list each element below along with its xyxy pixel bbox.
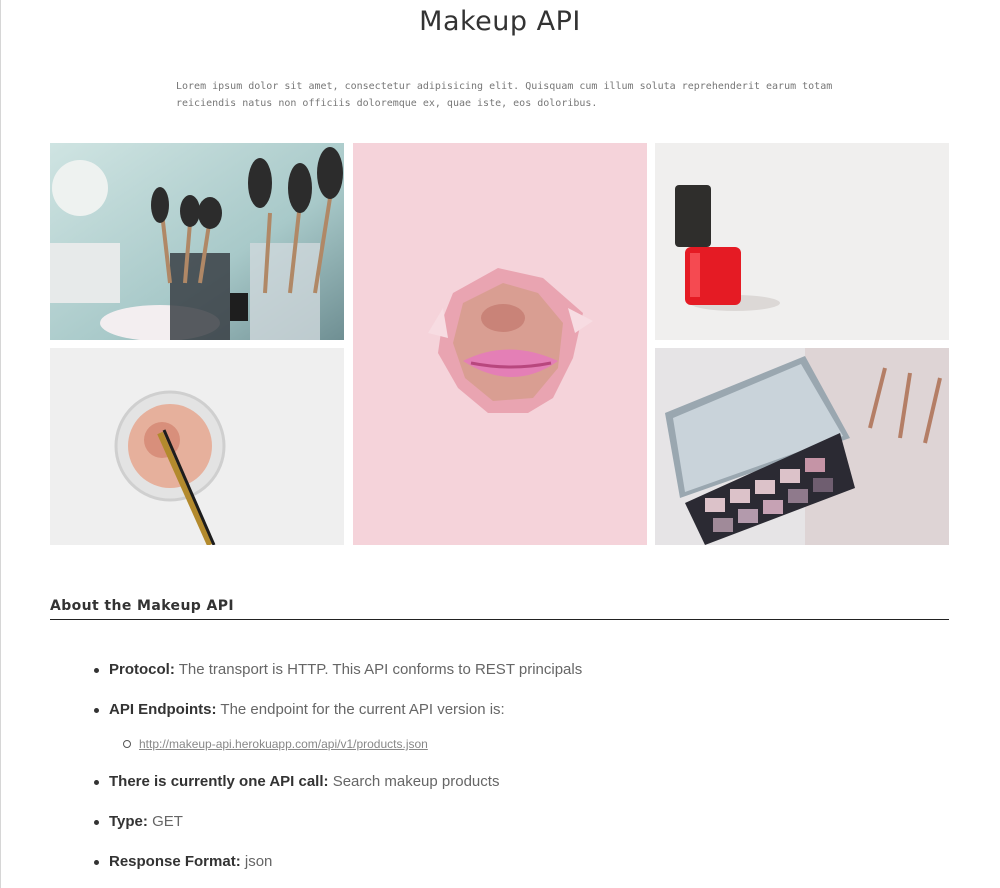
photo-loose-powder (50, 348, 344, 545)
page-title: Makeup API (419, 6, 581, 37)
list-item-protocol: Protocol: The transport is HTTP. This AP… (92, 660, 942, 680)
photo-red-nail-polish (655, 143, 949, 340)
api-info-list: Protocol: The transport is HTTP. This AP… (92, 660, 942, 888)
photo-eyeshadow-palette (655, 348, 949, 545)
endpoint-link[interactable]: http://makeup-api.herokuapp.com/api/v1/p… (139, 737, 428, 751)
photo-makeup-brushes (50, 143, 344, 340)
photo-face-torn-paper (353, 143, 647, 545)
list-item-response-format: Response Format: json (92, 852, 942, 872)
list-item-endpoint-url: http://makeup-api.herokuapp.com/api/v1/p… (92, 734, 942, 754)
section-heading-about: About the Makeup API (50, 598, 949, 620)
list-item-endpoints: API Endpoints: The endpoint for the curr… (92, 700, 942, 720)
page-border (0, 0, 1, 888)
intro-paragraph: Lorem ipsum dolor sit amet, consectetur … (176, 81, 833, 109)
list-item-type: Type: GET (92, 812, 942, 832)
list-item-api-call: There is currently one API call: Search … (92, 772, 942, 792)
